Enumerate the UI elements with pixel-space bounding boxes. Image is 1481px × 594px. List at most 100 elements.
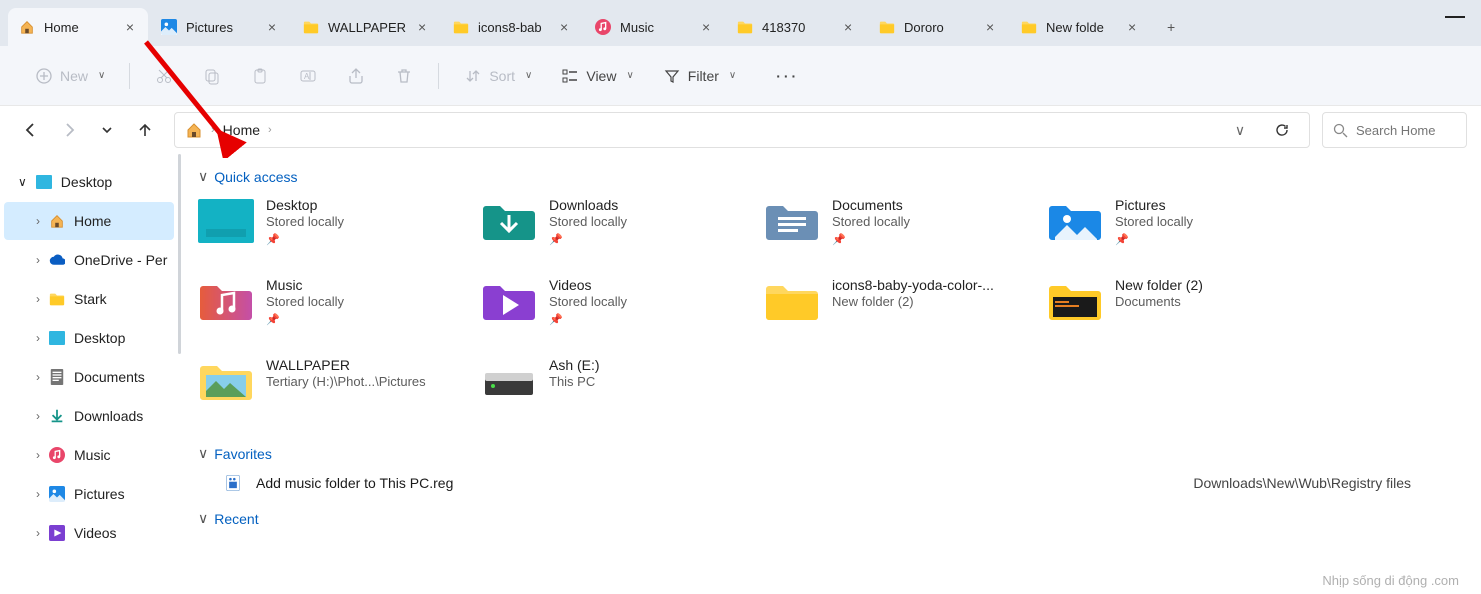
tab-icons8-bab[interactable]: icons8-bab×: [442, 8, 582, 46]
folder-thumb: [198, 359, 254, 403]
more-button[interactable]: ···: [766, 59, 809, 93]
section-recent[interactable]: ∨Recent: [198, 510, 1481, 527]
item-name: Pictures: [1115, 197, 1193, 213]
sidebar-item-desktop[interactable]: ›Desktop: [4, 319, 174, 357]
recent-dropdown[interactable]: [90, 113, 124, 147]
content-pane: ∨Quick access DesktopStored locally📌 Down…: [178, 154, 1481, 594]
up-button[interactable]: [128, 113, 162, 147]
tab-music[interactable]: Music×: [584, 8, 724, 46]
watermark: Nhịp sống di động .com: [1322, 573, 1459, 588]
quick-item[interactable]: DesktopStored locally📌: [198, 197, 463, 267]
sidebar-item-home[interactable]: ›Home: [4, 202, 174, 240]
copy-button[interactable]: [192, 59, 232, 93]
quick-item[interactable]: WALLPAPERTertiary (H:)\Phot...\Pictures: [198, 357, 463, 427]
sidebar-item-label: Stark: [74, 291, 107, 307]
close-icon[interactable]: ×: [982, 19, 998, 35]
close-icon[interactable]: ×: [264, 19, 280, 35]
quick-item[interactable]: icons8-baby-yoda-color-...New folder (2): [764, 277, 1029, 347]
picture-icon: [160, 18, 178, 36]
tab-newfolde[interactable]: New folde×: [1010, 8, 1150, 46]
sort-button[interactable]: Sort∨: [453, 59, 542, 93]
sidebar-item-videos[interactable]: ›Videos: [4, 514, 174, 552]
back-button[interactable]: [14, 113, 48, 147]
view-button[interactable]: View∨: [550, 59, 643, 93]
paste-button[interactable]: [240, 59, 280, 93]
tab-dororo[interactable]: Dororo ×: [868, 8, 1008, 46]
close-icon[interactable]: ×: [840, 19, 856, 35]
tab-label: Dororo: [904, 20, 944, 35]
close-icon[interactable]: ×: [698, 19, 714, 35]
sidebar-item-label: Pictures: [74, 486, 125, 502]
pin-icon: 📌: [266, 313, 344, 326]
quick-item[interactable]: New folder (2)Documents: [1047, 277, 1312, 347]
chevron-right-icon: ›: [36, 487, 40, 501]
tab-wallpaper[interactable]: WALLPAPER×: [292, 8, 440, 46]
section-favorites[interactable]: ∨Favorites: [198, 445, 1481, 462]
sidebar-item-downloads[interactable]: ›Downloads: [4, 397, 174, 435]
cloud-icon: [48, 251, 66, 269]
quick-item[interactable]: Ash (E:)This PC: [481, 357, 746, 427]
close-icon[interactable]: ×: [556, 19, 572, 35]
breadcrumb-bar[interactable]: › Home › ∨: [174, 112, 1310, 148]
sidebar-item-music[interactable]: ›Music: [4, 436, 174, 474]
breadcrumb-dropdown[interactable]: ∨: [1223, 113, 1257, 147]
cut-button[interactable]: [144, 59, 184, 93]
close-icon[interactable]: ×: [1124, 19, 1140, 35]
tab-home[interactable]: Home×: [8, 8, 148, 46]
trash-icon: [394, 66, 414, 86]
window-minimize[interactable]: [1445, 16, 1465, 18]
close-icon[interactable]: ×: [122, 19, 138, 35]
forward-button[interactable]: [52, 113, 86, 147]
quick-item[interactable]: DownloadsStored locally📌: [481, 197, 746, 267]
quick-item[interactable]: VideosStored locally📌: [481, 277, 746, 347]
item-sub: Stored locally: [266, 294, 344, 309]
search-box[interactable]: [1322, 112, 1467, 148]
rename-icon: A: [298, 66, 318, 86]
new-tab-button[interactable]: +: [1160, 16, 1182, 38]
quick-item[interactable]: PicturesStored locally📌: [1047, 197, 1312, 267]
item-sub: Tertiary (H:)\Phot...\Pictures: [266, 374, 426, 389]
home-icon: [185, 121, 203, 139]
sidebar: ∨ Desktop ›Home›OneDrive - Per›Stark›Des…: [0, 154, 178, 594]
tab-pictures[interactable]: Pictures×: [150, 8, 290, 46]
share-icon: [346, 66, 366, 86]
folder-thumb: [198, 199, 254, 243]
item-name: Music: [266, 277, 344, 293]
scrollbar-indicator[interactable]: [178, 154, 181, 354]
filter-button[interactable]: Filter∨: [652, 59, 746, 93]
item-name: WALLPAPER: [266, 357, 426, 373]
sidebar-item-pictures[interactable]: › Pictures: [4, 475, 174, 513]
video-icon: [48, 524, 66, 542]
chevron-down-icon: ∨: [198, 445, 208, 462]
item-sub: Documents: [1115, 294, 1203, 309]
favorite-item[interactable]: Add music folder to This PC.reg Download…: [198, 474, 1481, 492]
item-sub: Stored locally: [549, 294, 627, 309]
delete-button[interactable]: [384, 59, 424, 93]
pin-icon: 📌: [549, 233, 627, 246]
quick-item[interactable]: DocumentsStored locally📌: [764, 197, 1029, 267]
folder-thumb: [481, 279, 537, 323]
section-quick-access[interactable]: ∨Quick access: [198, 168, 1481, 185]
chevron-down-icon: ∨: [198, 168, 208, 185]
sidebar-item-label: Music: [74, 447, 111, 463]
share-button[interactable]: [336, 59, 376, 93]
paste-icon: [250, 66, 270, 86]
rename-button[interactable]: A: [288, 59, 328, 93]
breadcrumb-segment[interactable]: Home: [223, 122, 260, 138]
folder-thumb: [1047, 279, 1103, 323]
tab-418370[interactable]: 418370×: [726, 8, 866, 46]
folder-thumb: [764, 279, 820, 323]
sidebar-item-stark[interactable]: ›Stark: [4, 280, 174, 318]
refresh-button[interactable]: [1265, 113, 1299, 147]
item-sub: Stored locally: [1115, 214, 1193, 229]
close-icon[interactable]: ×: [414, 19, 430, 35]
new-button[interactable]: New∨: [24, 59, 115, 93]
sidebar-item-documents[interactable]: ›Documents: [4, 358, 174, 396]
doc-icon: [48, 368, 66, 386]
search-input[interactable]: [1356, 123, 1456, 138]
music-icon: [594, 18, 612, 36]
sidebar-item-onedriveper[interactable]: ›OneDrive - Per: [4, 241, 174, 279]
sidebar-root-desktop[interactable]: ∨ Desktop: [4, 163, 174, 201]
folder-thumb: [198, 279, 254, 323]
quick-item[interactable]: MusicStored locally 📌: [198, 277, 463, 347]
